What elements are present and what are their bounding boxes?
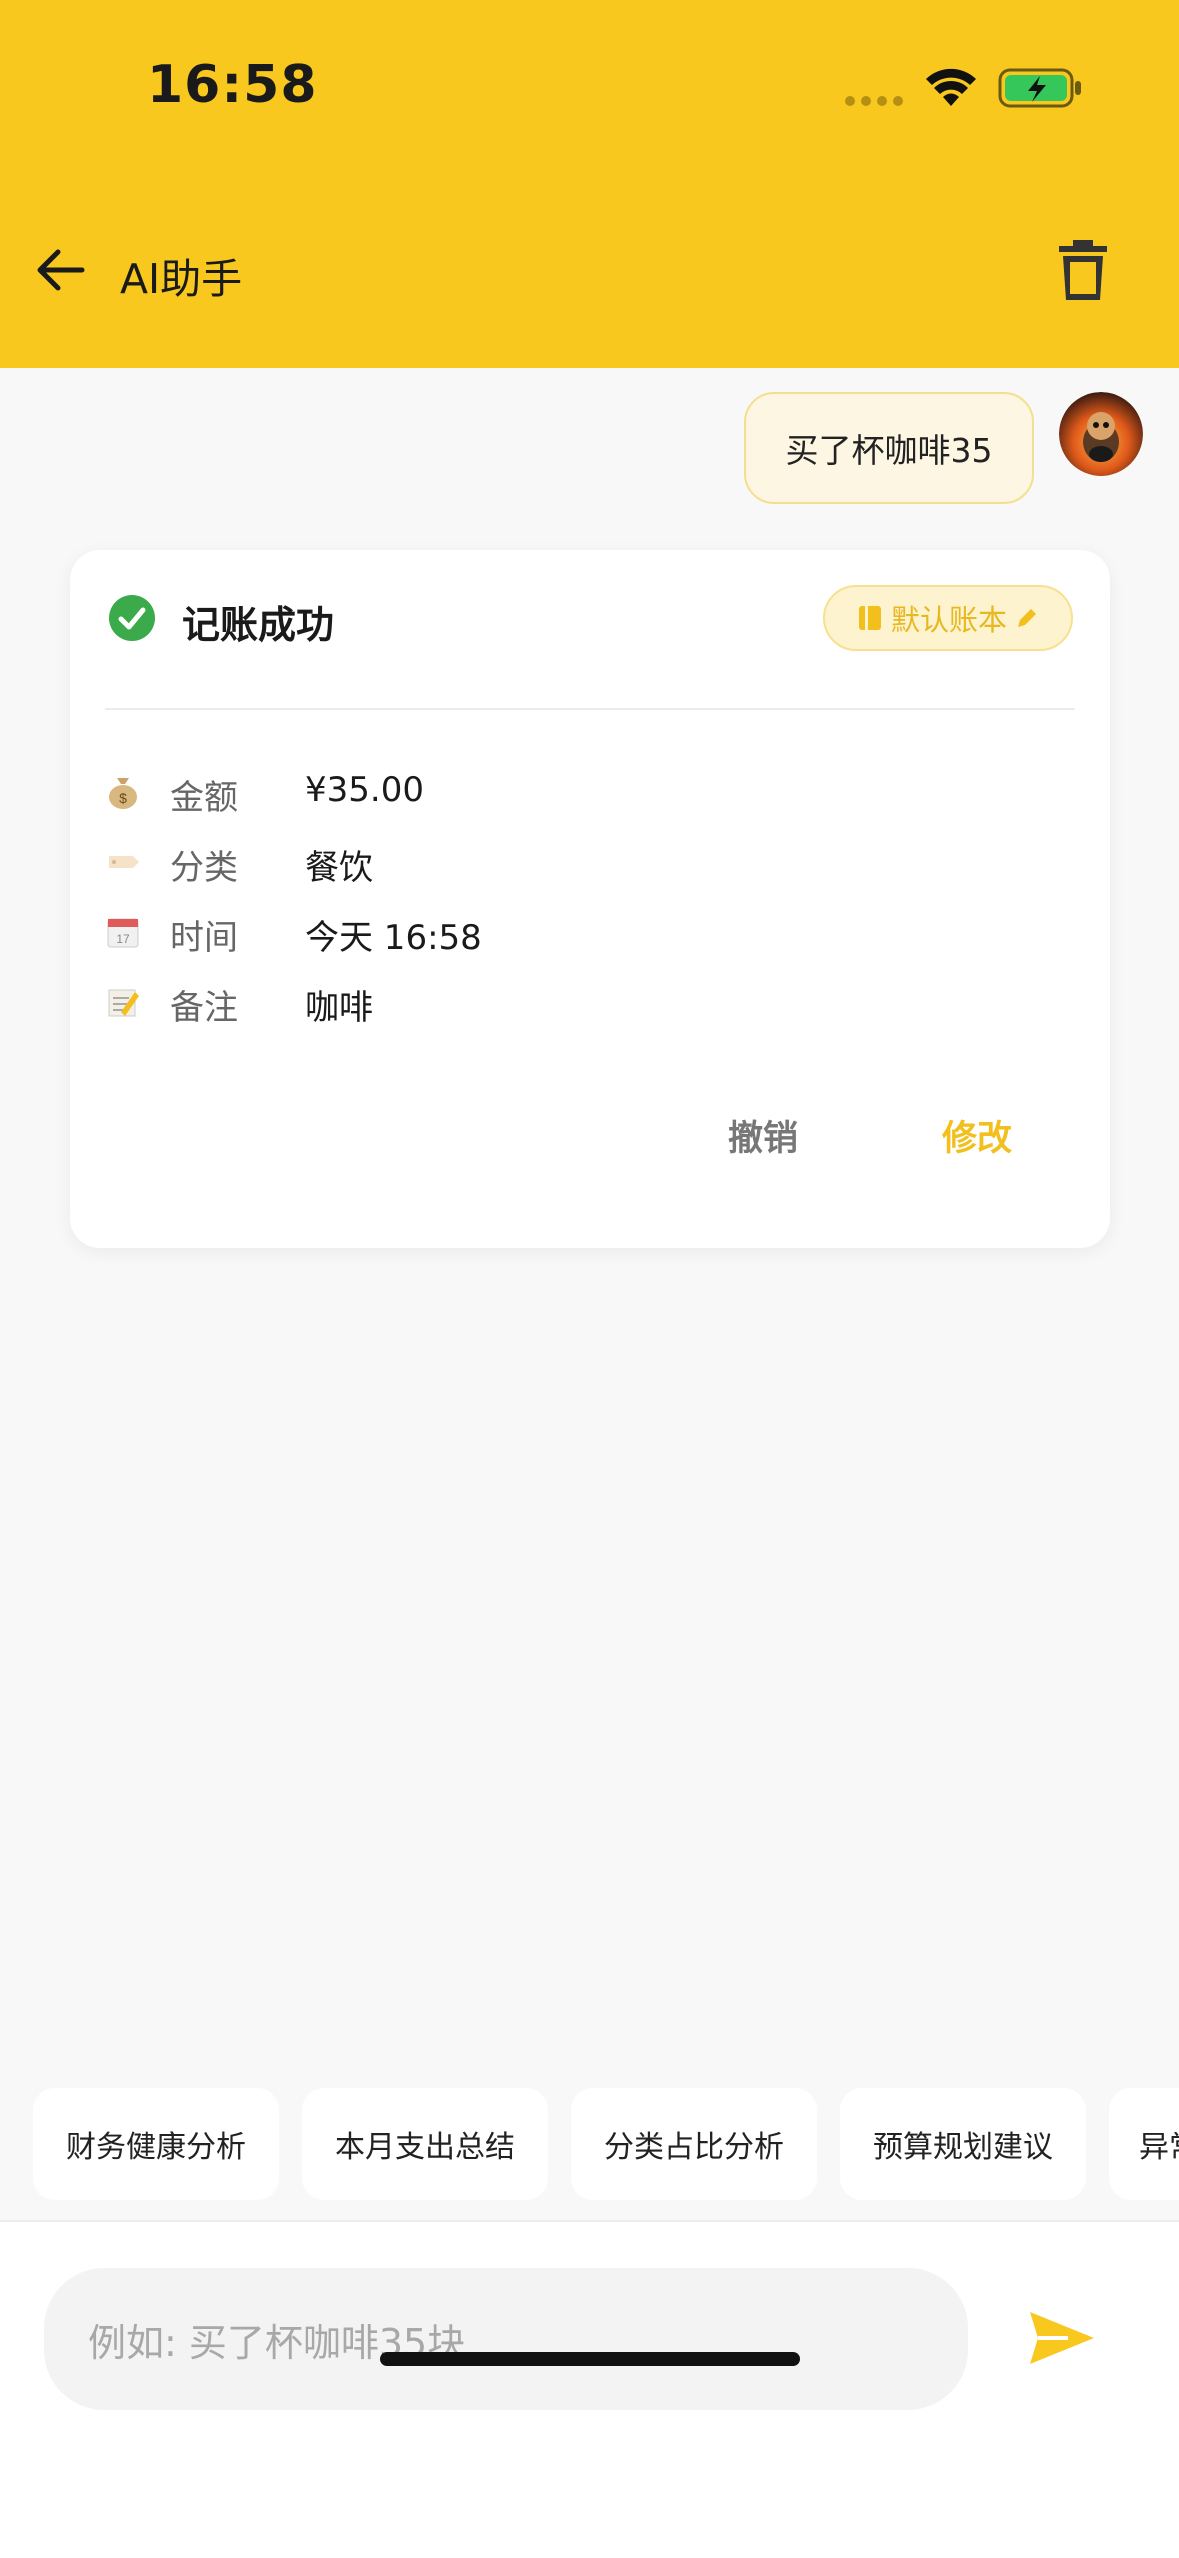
- ledger-name: 默认账本: [890, 603, 1007, 637]
- book-icon: [858, 606, 881, 630]
- card-title: 记账成功: [182, 603, 335, 647]
- category-row: 分类 餐饮: [105, 838, 1065, 888]
- memo-icon: [108, 989, 139, 1017]
- note-value: 咖啡: [305, 988, 373, 1028]
- category-value: 餐饮: [305, 848, 373, 888]
- amount-value: ¥35.00: [305, 770, 424, 810]
- tag-icon: [109, 856, 139, 868]
- quick-action-chip[interactable]: 异常: [1109, 2088, 1179, 2200]
- wifi-icon: [926, 68, 976, 106]
- time-label: 时间: [170, 918, 238, 958]
- chat-input-area: 例如: 买了杯咖啡35块: [0, 2220, 1179, 2558]
- quick-action-chip[interactable]: 本月支出总结: [302, 2088, 548, 2200]
- user-avatar[interactable]: [1059, 392, 1143, 476]
- back-arrow-icon[interactable]: [30, 240, 90, 300]
- app-header: 16:58 AI助手: [0, 0, 1179, 368]
- note-row: 备注 咖啡: [105, 978, 1065, 1028]
- pencil-icon: [1018, 609, 1036, 627]
- time-row: 17 时间 今天 16:58: [105, 908, 1065, 958]
- ledger-selector[interactable]: 默认账本: [823, 585, 1073, 651]
- category-label: 分类: [170, 848, 238, 888]
- user-message-bubble: 买了杯咖啡35: [744, 392, 1034, 504]
- status-time: 16:58: [147, 55, 318, 115]
- quick-action-chip[interactable]: 分类占比分析: [571, 2088, 817, 2200]
- amount-label: 金额: [170, 778, 238, 818]
- svg-text:$: $: [119, 790, 127, 806]
- card-divider: [105, 708, 1075, 710]
- check-circle-icon: [109, 595, 155, 641]
- calendar-icon: 17: [107, 918, 139, 948]
- amount-row: $ 金额 ¥35.00: [105, 768, 1065, 818]
- send-icon[interactable]: [1028, 2308, 1096, 2368]
- modify-button[interactable]: 修改: [942, 1110, 1012, 1161]
- quick-action-chip[interactable]: 财务健康分析: [33, 2088, 279, 2200]
- battery-icon: [998, 68, 1081, 108]
- quick-actions-bar: 财务健康分析 本月支出总结 分类占比分析 预算规划建议 异常: [0, 2088, 1179, 2204]
- undo-button[interactable]: 撤销: [728, 1110, 798, 1161]
- trash-icon[interactable]: [1055, 240, 1111, 302]
- quick-action-chip[interactable]: 预算规划建议: [840, 2088, 1086, 2200]
- money-bag-icon: $: [109, 778, 137, 809]
- home-indicator: [380, 2352, 800, 2366]
- cellular-signal-icon: [845, 96, 905, 108]
- page-title: AI助手: [120, 255, 243, 303]
- svg-text:17: 17: [116, 932, 130, 946]
- time-value: 今天 16:58: [305, 918, 482, 958]
- note-label: 备注: [170, 988, 238, 1028]
- record-success-card: 记账成功 默认账本 $ 金额 ¥35.00 分类 餐饮 17 时间 今天 16:…: [70, 550, 1110, 1248]
- message-input[interactable]: 例如: 买了杯咖啡35块: [44, 2268, 968, 2410]
